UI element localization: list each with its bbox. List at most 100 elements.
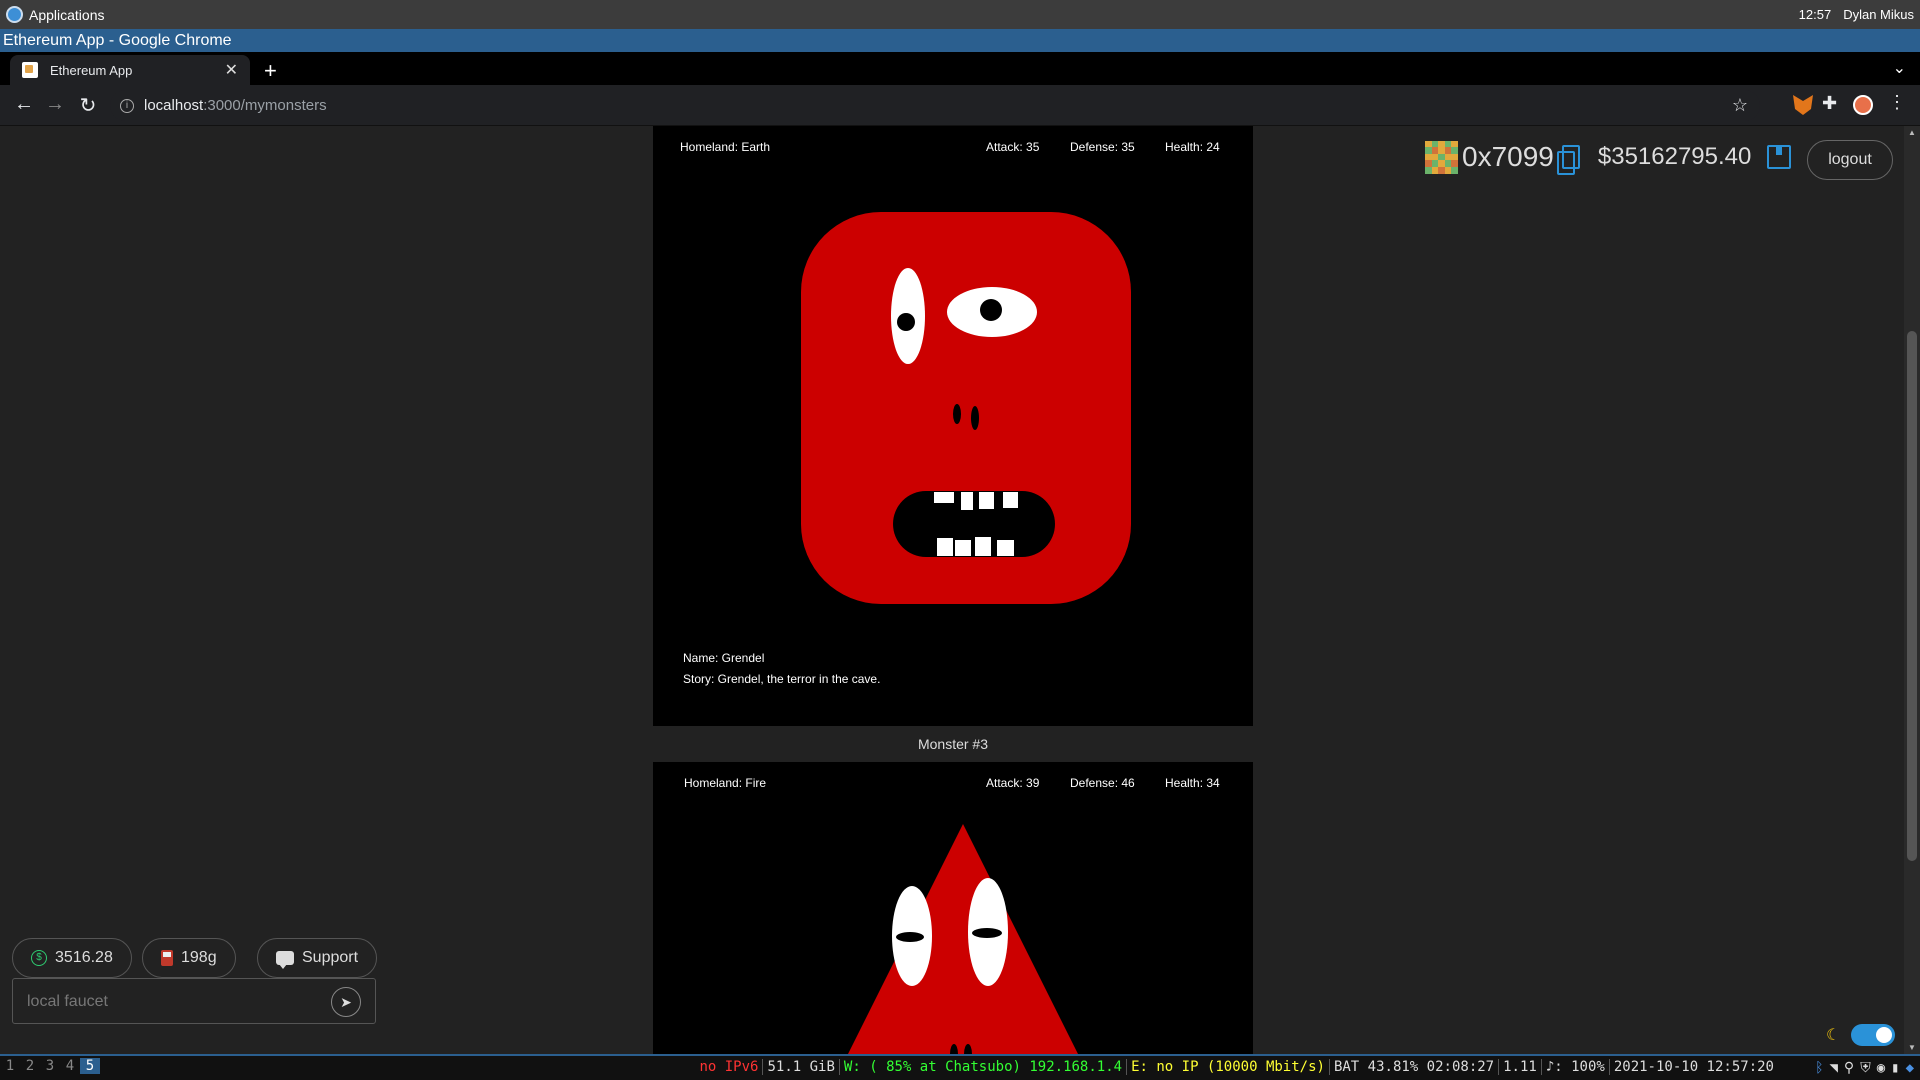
logout-button[interactable]: logout [1807,140,1893,180]
site-info-icon[interactable]: i [120,98,134,113]
monster-health: Health: 24 [1165,140,1220,154]
eth-price-button[interactable]: $ 3516.28 [12,938,132,978]
status-blocks: no IPv6 51.1 GiB W: ( 85% at Chatsubo) 1… [695,1059,1778,1075]
os-clock: 12:57 [1798,7,1832,22]
vpn-shield-icon[interactable]: ⛨ [1860,1060,1871,1076]
scroll-thumb[interactable] [1907,331,1917,861]
battery-icon[interactable]: ▮ [1891,1060,1899,1076]
bookmark-star-icon[interactable]: ☆ [1732,95,1748,116]
monster-nostril-left [953,404,961,424]
monster-stats: Homeland: Earth Attack: 35 Defense: 35 H… [653,140,1253,156]
gas-pump-icon [161,950,173,966]
wifi-icon[interactable]: ◥ [1829,1060,1837,1076]
dollar-icon: $ [31,950,47,966]
faucet-address-input[interactable] [27,991,327,1013]
monster-left-pupil [897,313,915,331]
monster-mouth [893,491,1055,557]
workspace-4[interactable]: 4 [60,1058,80,1074]
account-balance[interactable]: $35162795.40 [1598,143,1752,171]
window-title: Ethereum App - Google Chrome [0,29,1920,52]
monster-card: Homeland: Fire Attack: 39 Defense: 46 He… [653,762,1253,1054]
account-address[interactable]: 0x7099 [1462,141,1554,173]
status-ipv6: no IPv6 [699,1059,759,1075]
forward-arrow-icon[interactable]: → [43,93,67,116]
moon-icon: ☾ [1826,1027,1841,1044]
os-tray: 12:57 Dylan Mikus [1799,7,1914,22]
monster-image [848,824,1078,1054]
gas-price-button[interactable]: 198g [142,938,236,978]
eth-price-value: 3516.28 [55,949,113,966]
monster-defense: Defense: 35 [1070,140,1135,154]
monster-homeland: Homeland: Fire [684,776,767,790]
monster-image [801,212,1131,604]
workspace-1[interactable]: 1 [0,1058,20,1074]
scroll-up-arrow-icon[interactable]: ▲ [1908,128,1916,137]
url-path: :3000/mymonsters [203,97,327,114]
address-bar[interactable]: i localhost :3000/mymonsters ☆ [110,90,1760,121]
status-datetime: 2021-10-10 12:57:20 [1608,1059,1778,1075]
theme-toggle[interactable] [1851,1024,1895,1046]
monster-nostril-right [971,406,979,430]
url-host: localhost [144,97,204,114]
gas-price-value: 198g [181,949,217,966]
monster-number-label: Monster #3 [917,736,989,752]
status-wifi: W: ( 85% at Chatsubo) 192.168.1.4 [838,1059,1126,1075]
applications-icon [6,6,23,23]
dropbox-icon[interactable]: ◆ [1906,1060,1914,1076]
bluetooth-icon[interactable]: ᛒ [1815,1060,1823,1076]
monster-defense: Defense: 46 [1070,776,1135,790]
profile-avatar[interactable] [1853,95,1873,115]
monster-left-pupil [896,932,924,942]
back-arrow-icon[interactable]: ← [12,93,36,116]
browser-toolbar: ← → ↻ i localhost :3000/mymonsters ☆ ✚ ⋮ [0,85,1920,126]
new-tab-button[interactable]: + [264,58,277,84]
monster-right-pupil [980,299,1002,321]
status-ethernet: E: no IP (10000 Mbit/s) [1126,1059,1329,1075]
monster-attack: Attack: 39 [986,776,1040,790]
account-header: 0x7099 $35162795.40 [1425,140,1823,175]
workspace-2[interactable]: 2 [20,1058,40,1074]
monster-attack: Attack: 35 [986,140,1040,154]
favicon-icon [22,62,38,78]
os-user[interactable]: Dylan Mikus [1843,7,1914,22]
support-button[interactable]: Support [257,938,378,978]
monster-homeland: Homeland: Earth [680,140,771,154]
tab-close-icon[interactable]: ✕ [225,60,238,80]
tab-search-chevron-icon[interactable]: ⌄ [1893,58,1906,78]
extensions-puzzle-icon[interactable]: ✚ [1822,93,1842,113]
monster-body [848,824,1078,1054]
os-top-bar: Applications 12:57 Dylan Mikus [0,0,1920,29]
page-scrollbar[interactable]: ▲ ▼ [1904,126,1920,1054]
location-icon[interactable]: ⚲ [1844,1060,1854,1076]
workspace-3[interactable]: 3 [40,1058,60,1074]
browser-tab[interactable]: Ethereum App ✕ [10,55,250,85]
workspace-switcher: 1 2 3 4 5 [0,1058,100,1074]
support-label: Support [302,949,359,966]
wallet-icon[interactable] [1767,145,1792,169]
discord-icon[interactable]: ◉ [1877,1060,1885,1076]
scroll-down-arrow-icon[interactable]: ▼ [1908,1043,1916,1052]
tab-title: Ethereum App [50,62,133,78]
metamask-fox-icon[interactable] [1793,95,1813,115]
copy-address-icon[interactable] [1556,145,1580,175]
monster-info: Name: Grendel Story: Grendel, the terror… [683,651,880,693]
os-status-bar: 1 2 3 4 5 no IPv6 51.1 GiB W: ( 85% at C… [0,1054,1920,1080]
tab-strip: Ethereum App ✕ + ⌄ [0,52,1920,85]
applications-label: Applications [29,6,105,23]
status-load: 1.11 [1498,1059,1541,1075]
monster-health: Health: 34 [1165,776,1220,790]
page-content: Homeland: Earth Attack: 35 Defense: 35 H… [0,126,1920,1054]
workspace-5[interactable]: 5 [80,1058,100,1074]
applications-menu[interactable]: Applications [6,6,105,23]
status-volume: ♪: 100% [1540,1059,1609,1075]
monster-right-pupil [972,928,1002,938]
system-tray: ᛒ ◥ ⚲ ⛨ ◉ ▮ ◆ [1815,1060,1914,1076]
status-disk: 51.1 GiB [762,1059,838,1075]
send-arrow-icon[interactable]: ➤ [331,987,361,1017]
monster-name: Name: Grendel [683,651,765,665]
monster-card: Homeland: Earth Attack: 35 Defense: 35 H… [653,126,1253,726]
browser-menu-icon[interactable]: ⋮ [1888,92,1908,112]
chat-icon [276,951,294,969]
blockie-avatar [1425,140,1458,174]
reload-icon[interactable]: ↻ [76,93,100,118]
